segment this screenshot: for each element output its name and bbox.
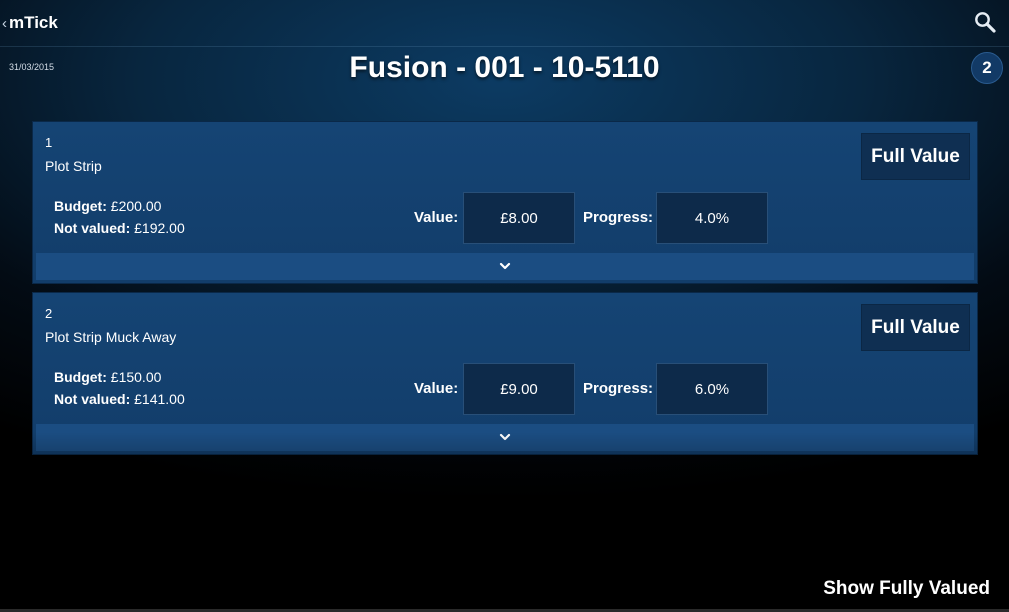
expand-bar[interactable] <box>36 253 974 280</box>
chevron-down-icon <box>499 433 511 441</box>
count-badge[interactable]: 2 <box>971 52 1003 84</box>
budget-label: Budget: <box>54 198 107 214</box>
budget-line: Budget: £150.00 <box>54 369 161 385</box>
budget-label: Budget: <box>54 369 107 385</box>
valuation-card: 1 Plot Strip Full Value Budget: £200.00 … <box>32 121 978 284</box>
expand-bar[interactable] <box>36 424 974 451</box>
item-number: 2 <box>45 306 53 321</box>
not-valued-value: £141.00 <box>134 391 185 407</box>
progress-label: Progress: <box>583 209 654 226</box>
top-bar: ‹ mTick <box>0 0 1009 47</box>
show-fully-valued-button[interactable]: Show Fully Valued <box>823 578 990 600</box>
search-icon[interactable] <box>973 10 997 34</box>
budget-value: £200.00 <box>110 198 162 214</box>
chevron-left-icon: ‹ <box>2 14 7 32</box>
full-value-button[interactable]: Full Value <box>861 304 970 351</box>
not-valued-line: Not valued: £141.00 <box>54 391 185 407</box>
progress-label: Progress: <box>583 380 654 397</box>
value-input[interactable]: £8.00 <box>463 192 575 244</box>
progress-input[interactable]: 6.0% <box>656 363 768 415</box>
value-label: Value: <box>414 209 459 226</box>
progress-input[interactable]: 4.0% <box>656 192 768 244</box>
value-input[interactable]: £9.00 <box>463 363 575 415</box>
budget-line: Budget: £200.00 <box>54 198 161 214</box>
full-value-button[interactable]: Full Value <box>861 133 970 180</box>
item-name: Plot Strip Muck Away <box>45 329 177 345</box>
not-valued-label: Not valued: <box>54 391 131 407</box>
back-button[interactable]: ‹ mTick <box>2 11 58 35</box>
not-valued-line: Not valued: £192.00 <box>54 220 185 236</box>
value-label: Value: <box>414 380 459 397</box>
chevron-down-icon <box>499 262 511 270</box>
valuation-card: 2 Plot Strip Muck Away Full Value Budget… <box>32 292 978 455</box>
page-title: Fusion - 001 - 10-5110 <box>349 51 660 84</box>
budget-value: £150.00 <box>110 369 162 385</box>
not-valued-label: Not valued: <box>54 220 131 236</box>
item-name: Plot Strip <box>45 158 102 174</box>
app-title: mTick <box>9 13 58 32</box>
not-valued-value: £192.00 <box>134 220 185 236</box>
item-number: 1 <box>45 135 53 150</box>
screen: ‹ mTick 31/03/2015 Fusion - 001 - 10-511… <box>0 0 1009 612</box>
